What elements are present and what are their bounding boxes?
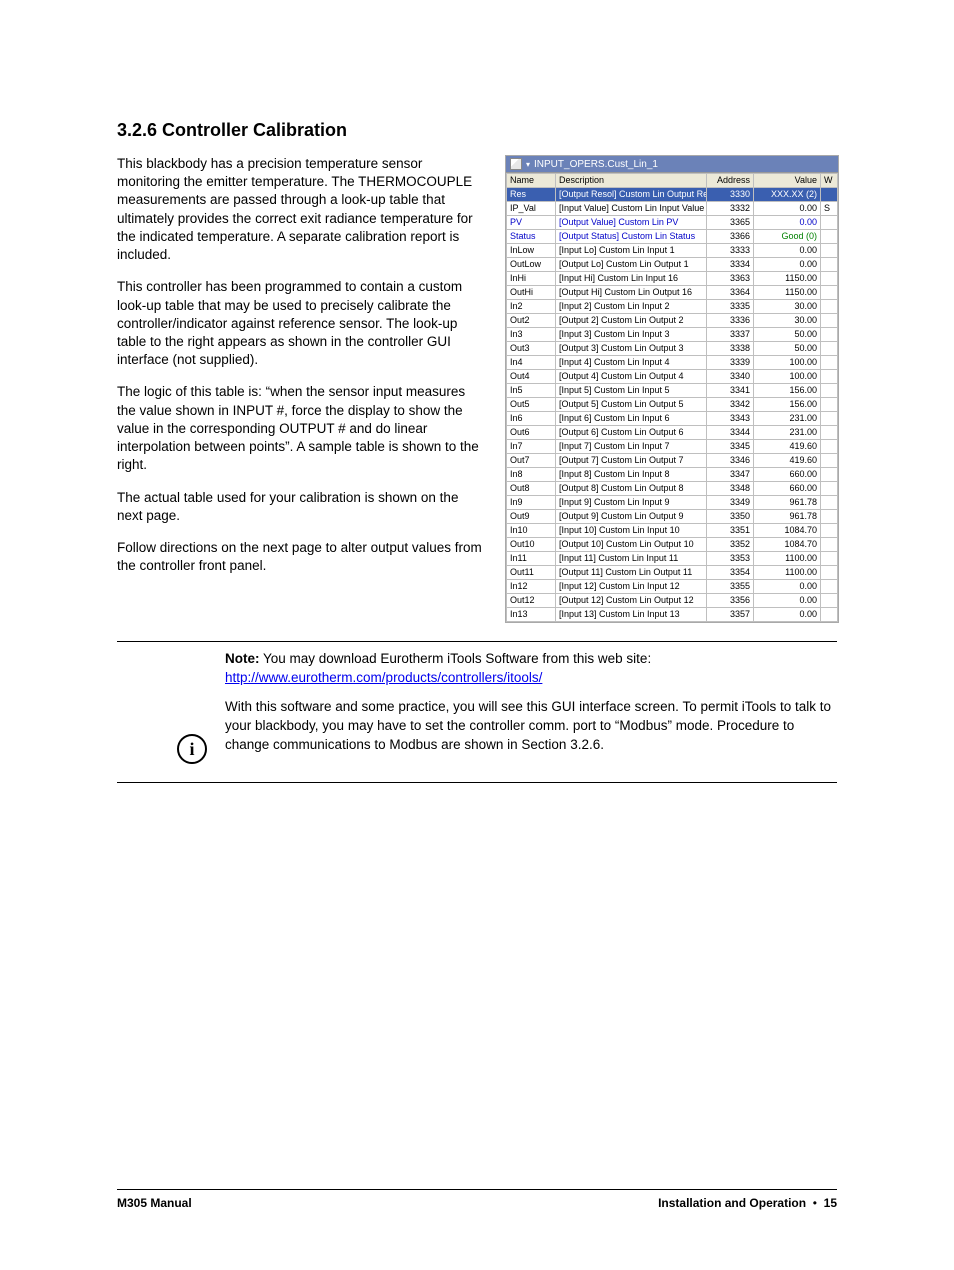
table-row: In11[Input 11] Custom Lin Input 11335311… (507, 552, 838, 566)
table-row: Out6[Output 6] Custom Lin Output 6334423… (507, 426, 838, 440)
page-footer: M305 Manual Installation and Operation •… (117, 1189, 837, 1210)
table-row: In2[Input 2] Custom Lin Input 2333530.00 (507, 300, 838, 314)
table-row: Out4[Output 4] Custom Lin Output 4334010… (507, 370, 838, 384)
table-row: Out2[Output 2] Custom Lin Output 2333630… (507, 314, 838, 328)
divider-rule (117, 641, 837, 642)
table-row: Out5[Output 5] Custom Lin Output 5334215… (507, 398, 838, 412)
table-row: In7[Input 7] Custom Lin Input 73345419.6… (507, 440, 838, 454)
dropdown-icon: ▾ (526, 160, 530, 169)
para-4: The actual table used for your calibrati… (117, 489, 487, 525)
table-row: In5[Input 5] Custom Lin Input 53341156.0… (507, 384, 838, 398)
para-1: This blackbody has a precision temperatu… (117, 155, 487, 264)
table-row: IP_Val[Input Value] Custom Lin Input Val… (507, 202, 838, 216)
table-row: Out12[Output 12] Custom Lin Output 12335… (507, 594, 838, 608)
footer-page-number: 15 (824, 1196, 837, 1210)
col-value: Value (754, 174, 821, 188)
gui-header-row: Name Description Address Value W (507, 174, 838, 188)
section-heading: 3.2.6 Controller Calibration (117, 120, 837, 141)
para-2: This controller has been programmed to c… (117, 278, 487, 369)
table-row: In12[Input 12] Custom Lin Input 1233550.… (507, 580, 838, 594)
note-line1: You may download Eurotherm iTools Softwa… (260, 651, 652, 666)
table-row: In8[Input 8] Custom Lin Input 83347660.0… (507, 468, 838, 482)
table-row: In10[Input 10] Custom Lin Input 10335110… (507, 524, 838, 538)
table-row: Out7[Output 7] Custom Lin Output 7334641… (507, 454, 838, 468)
gui-titlebar: ▾ INPUT_OPERS.Cust_Lin_1 (506, 156, 838, 173)
table-row: Out8[Output 8] Custom Lin Output 8334866… (507, 482, 838, 496)
body-text-column: This blackbody has a precision temperatu… (117, 155, 487, 589)
footer-section: Installation and Operation (658, 1196, 806, 1210)
table-row: In4[Input 4] Custom Lin Input 43339100.0… (507, 356, 838, 370)
table-row: InLow[Input Lo] Custom Lin Input 133330.… (507, 244, 838, 258)
col-desc: Description (556, 174, 707, 188)
table-row: OutHi[Output Hi] Custom Lin Output 16336… (507, 286, 838, 300)
col-w: W (821, 174, 838, 188)
document-icon (510, 158, 522, 170)
table-row: In3[Input 3] Custom Lin Input 3333750.00 (507, 328, 838, 342)
info-icon: i (177, 734, 207, 764)
gui-screenshot-window: ▾ INPUT_OPERS.Cust_Lin_1 Name Descriptio… (505, 155, 839, 623)
table-row: Out9[Output 9] Custom Lin Output 9335096… (507, 510, 838, 524)
divider-rule-bottom (117, 782, 837, 783)
table-row: In6[Input 6] Custom Lin Input 63343231.0… (507, 412, 838, 426)
table-row: OutLow[Output Lo] Custom Lin Output 1333… (507, 258, 838, 272)
table-row: Res[Output Resol] Custom Lin Output Reso… (507, 188, 838, 202)
para-3: The logic of this table is: “when the se… (117, 383, 487, 474)
gui-table: Name Description Address Value W Res[Out… (506, 173, 838, 622)
table-row: InHi[Input Hi] Custom Lin Input 16336311… (507, 272, 838, 286)
table-row: In13[Input 13] Custom Lin Input 1333570.… (507, 608, 838, 622)
note-para2: With this software and some practice, yo… (225, 698, 837, 755)
bullet-icon: • (809, 1196, 823, 1210)
footer-left: M305 Manual (117, 1196, 192, 1210)
note-body: Note: You may download Eurotherm iTools … (225, 650, 837, 764)
note-label: Note: (225, 651, 260, 666)
table-row: Out10[Output 10] Custom Lin Output 10335… (507, 538, 838, 552)
col-name: Name (507, 174, 556, 188)
table-row: Out11[Output 11] Custom Lin Output 11335… (507, 566, 838, 580)
table-row: Status[Output Status] Custom Lin Status3… (507, 230, 838, 244)
footer-right: Installation and Operation • 15 (658, 1196, 837, 1210)
table-row: In9[Input 9] Custom Lin Input 93349961.7… (507, 496, 838, 510)
col-address: Address (707, 174, 754, 188)
table-row: Out3[Output 3] Custom Lin Output 3333850… (507, 342, 838, 356)
para-5: Follow directions on the next page to al… (117, 539, 487, 575)
table-row: PV[Output Value] Custom Lin PV33650.00 (507, 216, 838, 230)
gui-title-text: INPUT_OPERS.Cust_Lin_1 (534, 159, 658, 170)
itools-link[interactable]: http://www.eurotherm.com/products/contro… (225, 670, 542, 685)
